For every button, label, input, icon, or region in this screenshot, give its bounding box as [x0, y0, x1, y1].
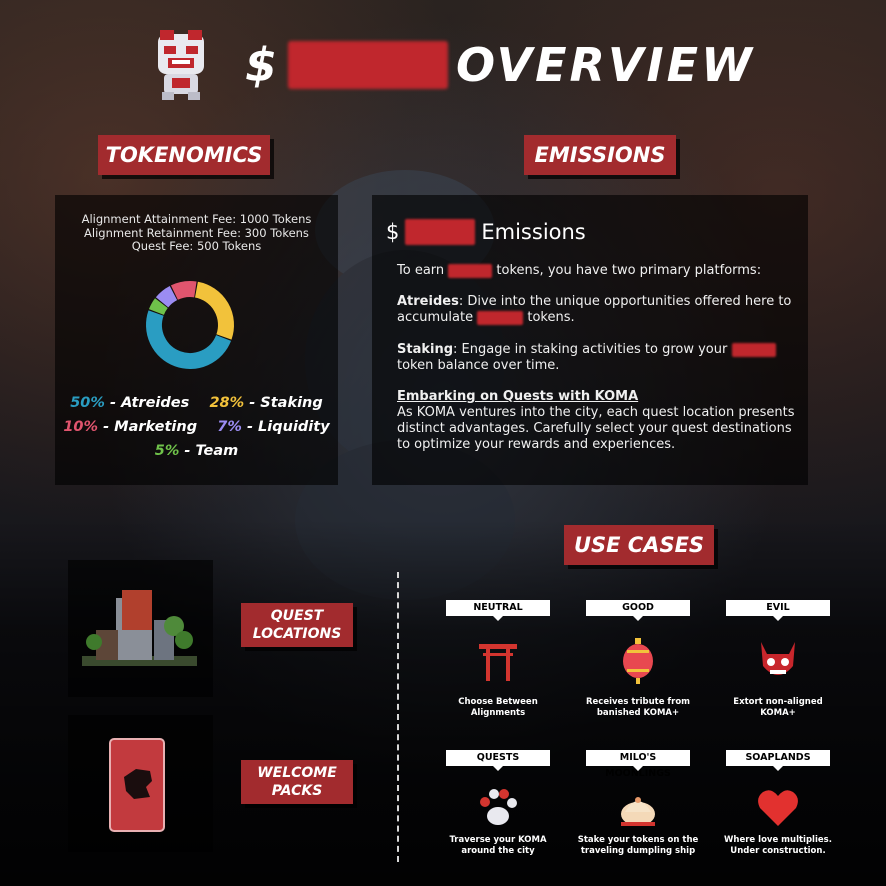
welcome-packs-line-2: PACKS — [271, 783, 323, 799]
dumpling-icon — [621, 797, 655, 826]
staking-pct: 28% — [209, 395, 245, 411]
use-cases-label: USE CASES — [564, 525, 714, 565]
team-pct: 5% — [154, 443, 180, 459]
quest-locations-line-2: LOCATIONS — [252, 626, 342, 642]
emissions-label: EMISSIONS — [524, 135, 676, 175]
koma-mascot-icon — [158, 30, 204, 100]
fee-attainment: Alignment Attainment Fee: 1000 Tokens — [81, 212, 312, 226]
donut-slice-team — [148, 298, 168, 316]
distribution-row-1: 50% - Atreides 28% - Staking — [55, 395, 338, 411]
quests-heading: Embarking on Quests with KOMA — [397, 389, 639, 404]
redacted-token-name — [731, 342, 776, 357]
welcome-packs-label: WELCOME PACKS — [241, 760, 353, 804]
welcome-packs-line-1: WELCOME — [257, 765, 337, 781]
redacted-token-name — [288, 41, 449, 89]
staking-text-b: token balance over time. — [397, 358, 560, 373]
donut-slice-staking — [194, 281, 234, 340]
emissions-panel: $ Emissions To earn tokens, you have two… — [372, 195, 808, 485]
emissions-heading-text: Emissions — [481, 220, 586, 244]
desc-neutral-line-1: Choose Between — [458, 697, 538, 707]
emissions-atreides: Atreides: Dive into the unique opportuni… — [397, 294, 797, 326]
quests-body: As KOMA ventures into the city, each que… — [397, 405, 795, 452]
distribution-donut-chart — [146, 281, 234, 369]
tag-milos-moonlings: MILO'S MOONLINGS — [586, 750, 690, 779]
tokenomics-label: TOKENOMICS — [98, 135, 270, 175]
tag-quests: QUESTS — [446, 750, 550, 771]
staking-name: - Staking — [249, 395, 323, 411]
staking-text-a: : Engage in staking activities to grow y… — [453, 342, 728, 357]
tag-soaplands: SOAPLANDS — [726, 750, 830, 771]
desc-good: Receives tribute from banished KOMA+ — [573, 697, 703, 719]
title-dollar: $ — [245, 38, 281, 92]
intro-text-a: To earn — [397, 263, 445, 278]
team-name: - Team — [184, 443, 239, 459]
donut-slice-liquidity — [155, 285, 178, 308]
desc-milos-moonlings: Stake your tokens on the traveling dumpl… — [573, 835, 703, 857]
emissions-staking: Staking: Engage in staking activities to… — [397, 342, 797, 374]
staking-label: Staking — [397, 342, 454, 357]
paw-print-icon — [480, 789, 517, 825]
tokenomics-panel: Alignment Attainment Fee: 1000 Tokens Al… — [55, 195, 338, 485]
fee-list: Alignment Attainment Fee: 1000 Tokens Al… — [55, 212, 338, 254]
marketing-name: - Marketing — [103, 419, 198, 435]
donut-slice-atreides — [146, 310, 232, 369]
fee-quest: Quest Fee: 500 Tokens — [131, 239, 262, 253]
tag-good: GOOD — [586, 600, 690, 621]
welcome-pack-card-icon — [109, 738, 165, 832]
lantern-icon — [623, 638, 653, 684]
desc-moonlings-line-2: traveling dumpling ship — [580, 846, 696, 856]
tag-neutral: NEUTRAL — [446, 600, 550, 621]
desc-soaplands: Where love multiplies. Under constructio… — [713, 835, 843, 857]
atreides-text-b: tokens. — [527, 310, 575, 325]
desc-evil-line-2: KOMA+ — [760, 708, 796, 718]
liquidity-name: - Liquidity — [246, 419, 330, 435]
page-title: $ OVERVIEW — [245, 38, 755, 92]
desc-evil-line-1: Extort non-aligned — [733, 697, 823, 707]
atreides-pct: 50% — [70, 395, 105, 411]
distribution-row-2: 10% - Marketing 7% - Liquidity — [55, 419, 338, 435]
desc-good-line-2: banished KOMA+ — [596, 708, 680, 718]
liquidity-pct: 7% — [217, 419, 242, 435]
redacted-token-name — [477, 310, 524, 325]
torii-gate-icon — [479, 644, 517, 681]
demon-mask-icon — [761, 642, 795, 675]
desc-quests: Traverse your KOMA around the city — [433, 835, 563, 857]
fee-retainment: Alignment Retainment Fee: 300 Tokens — [84, 225, 309, 240]
emissions-intro: To earn tokens, you have two primary pla… — [397, 263, 797, 279]
desc-neutral: Choose Between Alignments — [433, 697, 563, 719]
quest-locations-image-box — [68, 560, 213, 697]
desc-quests-line-1: Traverse your KOMA — [449, 835, 547, 845]
welcome-packs-image-box — [68, 715, 213, 852]
desc-neutral-line-2: Alignments — [470, 708, 526, 718]
donut-slice-marketing — [170, 281, 197, 300]
title-text: OVERVIEW — [456, 38, 755, 92]
intro-text-b: tokens, you have two primary platforms: — [496, 263, 762, 278]
marketing-pct: 10% — [63, 419, 99, 435]
emissions-heading: $ Emissions — [386, 219, 586, 245]
tag-evil: EVIL — [726, 600, 830, 621]
desc-quests-line-2: around the city — [461, 846, 535, 856]
desc-soaplands-line-2: Under construction. — [730, 846, 826, 856]
dashed-divider — [397, 572, 399, 862]
desc-good-line-1: Receives tribute from — [585, 697, 691, 707]
redacted-token-name — [405, 219, 476, 245]
atreides-name: - Atreides — [110, 395, 190, 411]
city-building-icon — [82, 590, 197, 666]
quest-locations-line-1: QUEST — [270, 608, 324, 624]
desc-soaplands-line-1: Where love multiplies. — [724, 835, 832, 845]
emissions-quests: Embarking on Quests with KOMA As KOMA ve… — [397, 389, 797, 453]
quest-locations-label: QUEST LOCATIONS — [241, 603, 353, 647]
desc-moonlings-line-1: Stake your tokens on the — [577, 835, 699, 845]
emissions-heading-dollar: $ — [386, 220, 400, 244]
heart-icon — [758, 790, 798, 826]
redacted-token-name — [448, 263, 493, 278]
atreides-label: Atreides — [397, 294, 459, 309]
distribution-row-3: 5% - Team — [55, 443, 338, 459]
desc-evil: Extort non-aligned KOMA+ — [713, 697, 843, 719]
